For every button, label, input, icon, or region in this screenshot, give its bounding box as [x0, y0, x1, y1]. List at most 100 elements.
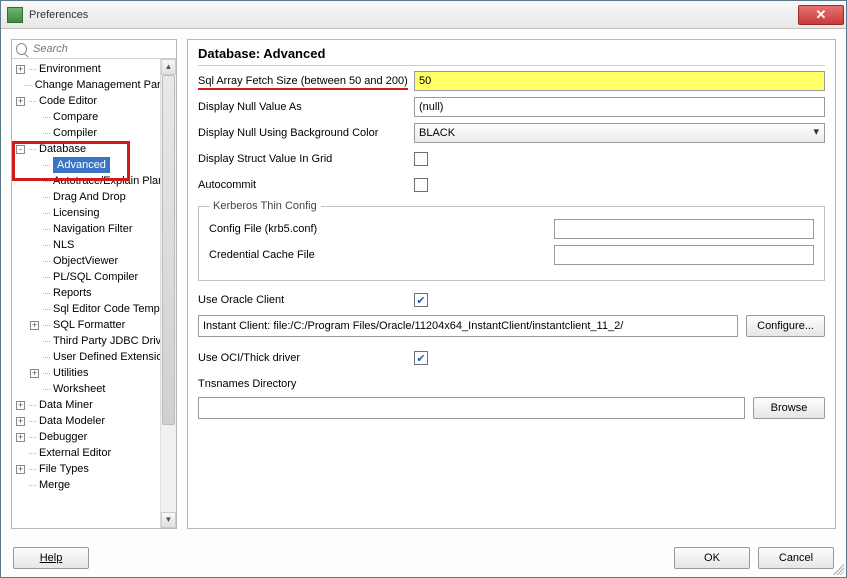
autocommit-checkbox[interactable] [414, 178, 428, 192]
null-bg-label: Display Null Using Background Color [198, 127, 414, 139]
tree-connector-icon: ···· [28, 477, 36, 493]
tree-connector-icon: ···· [42, 189, 50, 205]
struct-checkbox[interactable] [414, 152, 428, 166]
tree-connector-icon: ···· [42, 125, 50, 141]
tree-leaf-icon [30, 129, 39, 138]
app-icon [7, 7, 23, 23]
search-input[interactable] [31, 42, 172, 56]
tree-item-compiler[interactable]: ····Compiler [12, 125, 176, 141]
tree-item-label: Code Editor [39, 93, 97, 109]
tree-connector-icon: ···· [42, 285, 50, 301]
tree-item-advanced[interactable]: ····Advanced [12, 157, 176, 173]
tree-item-user-defined-extension[interactable]: ····User Defined Extension [12, 349, 176, 365]
tree-leaf-icon [30, 193, 39, 202]
tree-item-label: PL/SQL Compiler [53, 269, 138, 285]
tree-item-label: Environment [39, 61, 101, 77]
null-value-input[interactable] [414, 97, 825, 117]
tree-item-database[interactable]: -····Database [12, 141, 176, 157]
oracle-client-path-input[interactable] [198, 315, 738, 337]
tree-connector-icon: ···· [28, 61, 36, 77]
struct-label: Display Struct Value In Grid [198, 153, 414, 165]
expand-icon[interactable]: + [16, 401, 25, 410]
kerberos-cred-input[interactable] [554, 245, 814, 265]
resize-grip-icon[interactable] [830, 561, 844, 575]
expand-icon[interactable]: + [30, 321, 39, 330]
tree-item-label: Merge [39, 477, 70, 493]
tree-connector-icon: ···· [42, 157, 50, 173]
tree-leaf-icon [30, 177, 39, 186]
tree-item-label: Navigation Filter [53, 221, 132, 237]
use-oci-checkbox[interactable]: ✔ [414, 351, 428, 365]
tree-item-label: Advanced [53, 157, 110, 173]
tree-item-data-miner[interactable]: +····Data Miner [12, 397, 176, 413]
scroll-up-icon[interactable]: ▲ [161, 59, 176, 75]
tree-item-environment[interactable]: +····Environment [12, 61, 176, 77]
tree-item-nls[interactable]: ····NLS [12, 237, 176, 253]
tree-item-autotrace-explain-plan[interactable]: ····Autotrace/Explain Plan [12, 173, 176, 189]
tree-item-compare[interactable]: ····Compare [12, 109, 176, 125]
tree-item-merge[interactable]: ····Merge [12, 477, 176, 493]
tree-item-change-management-param[interactable]: ····Change Management Param [12, 77, 176, 93]
tree-item-third-party-jdbc-driver[interactable]: ····Third Party JDBC Driver [12, 333, 176, 349]
tree-item-label: File Types [39, 461, 89, 477]
help-button[interactable]: Help [13, 547, 89, 569]
tree-item-drag-and-drop[interactable]: ····Drag And Drop [12, 189, 176, 205]
close-button[interactable]: ✕ [798, 5, 844, 25]
expand-icon[interactable]: + [16, 417, 25, 426]
use-oracle-label: Use Oracle Client [198, 294, 414, 306]
tree-connector-icon: ···· [28, 397, 36, 413]
tree-connector-icon: ···· [28, 141, 36, 157]
tree-connector-icon: ···· [24, 77, 32, 93]
preferences-tree[interactable]: +····Environment····Change Management Pa… [12, 59, 176, 495]
window-title: Preferences [29, 9, 798, 21]
tree-item-sql-formatter[interactable]: +····SQL Formatter [12, 317, 176, 333]
tree-item-file-types[interactable]: +····File Types [12, 461, 176, 477]
tree-connector-icon: ···· [42, 109, 50, 125]
tree-item-pl-sql-compiler[interactable]: ····PL/SQL Compiler [12, 269, 176, 285]
kerberos-config-input[interactable] [554, 219, 814, 239]
expand-icon[interactable]: + [30, 369, 39, 378]
scroll-down-icon[interactable]: ▼ [161, 512, 176, 528]
tree-item-navigation-filter[interactable]: ····Navigation Filter [12, 221, 176, 237]
expand-icon[interactable]: + [16, 433, 25, 442]
tree-item-sql-editor-code-templa[interactable]: ····Sql Editor Code Templa [12, 301, 176, 317]
ok-button[interactable]: OK [674, 547, 750, 569]
fetch-size-label: Sql Array Fetch Size (between 50 and 200… [198, 75, 414, 87]
configure-button[interactable]: Configure... [746, 315, 825, 337]
expand-icon[interactable]: + [16, 97, 25, 106]
kerberos-cred-label: Credential Cache File [209, 249, 339, 261]
tree-item-debugger[interactable]: +····Debugger [12, 429, 176, 445]
fetch-size-input[interactable] [414, 71, 825, 91]
tree-item-reports[interactable]: ····Reports [12, 285, 176, 301]
tree-leaf-icon [30, 209, 39, 218]
tree-item-label: Utilities [53, 365, 88, 381]
tree-item-label: Sql Editor Code Templa [53, 301, 168, 317]
tree-connector-icon: ···· [28, 93, 36, 109]
titlebar: Preferences ✕ [1, 1, 846, 29]
tree-item-licensing[interactable]: ····Licensing [12, 205, 176, 221]
tree-item-utilities[interactable]: +····Utilities [12, 365, 176, 381]
tree-leaf-icon [30, 161, 39, 170]
collapse-icon[interactable]: - [16, 145, 25, 154]
tree-scrollbar[interactable]: ▲ ▼ [160, 59, 176, 528]
tree-leaf-icon [30, 305, 39, 314]
kerberos-legend: Kerberos Thin Config [209, 200, 321, 212]
tree-item-code-editor[interactable]: +····Code Editor [12, 93, 176, 109]
browse-button[interactable]: Browse [753, 397, 825, 419]
cancel-button[interactable]: Cancel [758, 547, 834, 569]
tree-connector-icon: ···· [42, 237, 50, 253]
tree-item-worksheet[interactable]: ····Worksheet [12, 381, 176, 397]
tree-item-external-editor[interactable]: ····External Editor [12, 445, 176, 461]
tree-leaf-icon [30, 353, 39, 362]
null-bg-select[interactable]: BLACK [414, 123, 825, 143]
tns-directory-input[interactable] [198, 397, 745, 419]
use-oracle-checkbox[interactable]: ✔ [414, 293, 428, 307]
tree-item-label: External Editor [39, 445, 111, 461]
tree-item-label: Data Miner [39, 397, 93, 413]
expand-icon[interactable]: + [16, 65, 25, 74]
tree-item-objectviewer[interactable]: ····ObjectViewer [12, 253, 176, 269]
tree-item-data-modeler[interactable]: +····Data Modeler [12, 413, 176, 429]
scroll-thumb[interactable] [162, 75, 175, 425]
expand-icon[interactable]: + [16, 465, 25, 474]
tree-item-label: Change Management Param [35, 77, 176, 93]
